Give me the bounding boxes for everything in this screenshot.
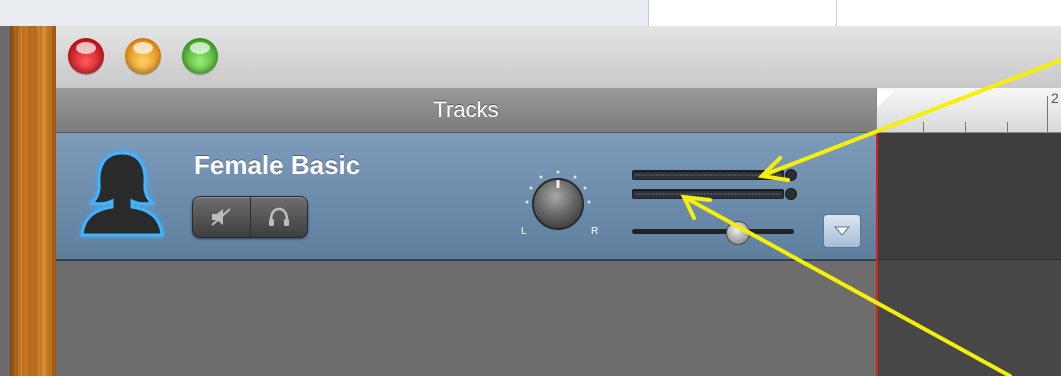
headphones-icon (268, 207, 289, 226)
track-name[interactable]: Female Basic (194, 150, 360, 181)
playhead-handle[interactable] (877, 90, 895, 108)
ruler-tick (1047, 96, 1048, 132)
level-meter-right (632, 189, 784, 199)
minimize-button[interactable] (125, 38, 161, 74)
ruler-tick (965, 122, 966, 132)
speaker-muted-icon (211, 208, 231, 226)
solo-button[interactable] (249, 197, 308, 237)
empty-track-area[interactable] (56, 261, 876, 376)
ruler-tick (1007, 122, 1008, 132)
timeline-track-lane[interactable] (878, 133, 1061, 260)
pan-left-label: L (521, 226, 527, 237)
triangle-down-icon (834, 226, 850, 236)
volume-slider-track[interactable] (632, 229, 794, 234)
female-avatar-icon (80, 151, 164, 237)
close-button[interactable] (68, 38, 104, 74)
screenshot: Tracks 2 Female Basic L R (0, 0, 1061, 376)
pan-right-label: R (591, 226, 598, 237)
timeline-ruler[interactable]: 2 (876, 88, 1061, 133)
clip-indicator-right[interactable] (785, 188, 797, 200)
zoom-button[interactable] (182, 38, 218, 74)
wood-panel (10, 26, 57, 376)
track-button-group (192, 196, 308, 238)
pan-knob[interactable]: L R (513, 162, 603, 252)
clip-indicator-left[interactable] (785, 169, 797, 181)
track-expand-button[interactable] (823, 214, 861, 248)
volume-slider-thumb[interactable] (725, 221, 750, 245)
tracks-header: Tracks (56, 88, 876, 133)
level-meter-left (632, 170, 784, 180)
mute-button[interactable] (193, 197, 250, 237)
ruler-label: 2 (1051, 90, 1059, 106)
ruler-tick (923, 122, 924, 132)
playhead-line (876, 132, 878, 376)
tracks-header-title: Tracks (433, 97, 499, 122)
